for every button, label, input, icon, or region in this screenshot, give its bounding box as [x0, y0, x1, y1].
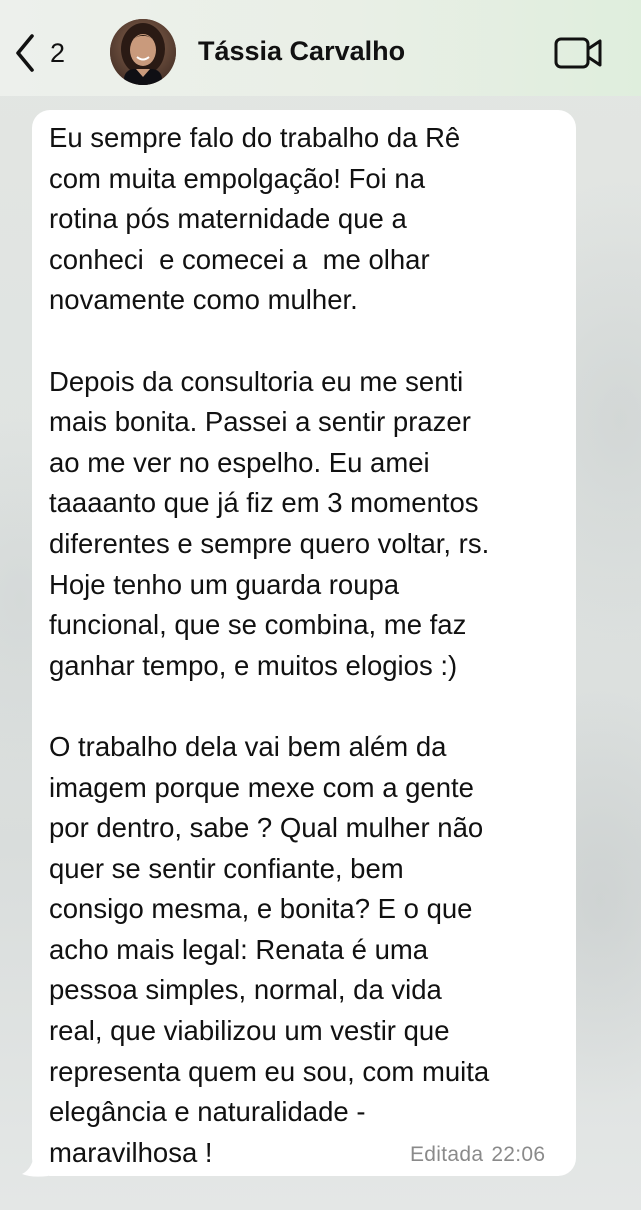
- edited-label: Editada: [410, 1143, 484, 1166]
- video-call-button[interactable]: [554, 36, 604, 70]
- unread-count-badge: 2: [50, 37, 66, 68]
- contact-name[interactable]: Tássia Carvalho: [198, 36, 405, 67]
- avatar[interactable]: [110, 19, 176, 85]
- chevron-left-icon: [14, 33, 36, 73]
- message-meta: Editada 22:06: [410, 1143, 553, 1167]
- video-camera-icon: [554, 37, 604, 74]
- chat-header: 2 Tássia Carvalho: [0, 0, 641, 96]
- message-time: 22:06: [491, 1143, 546, 1166]
- back-button[interactable]: 2: [14, 30, 65, 76]
- message-text: Eu sempre falo do trabalho da Rê com mui…: [49, 122, 490, 1168]
